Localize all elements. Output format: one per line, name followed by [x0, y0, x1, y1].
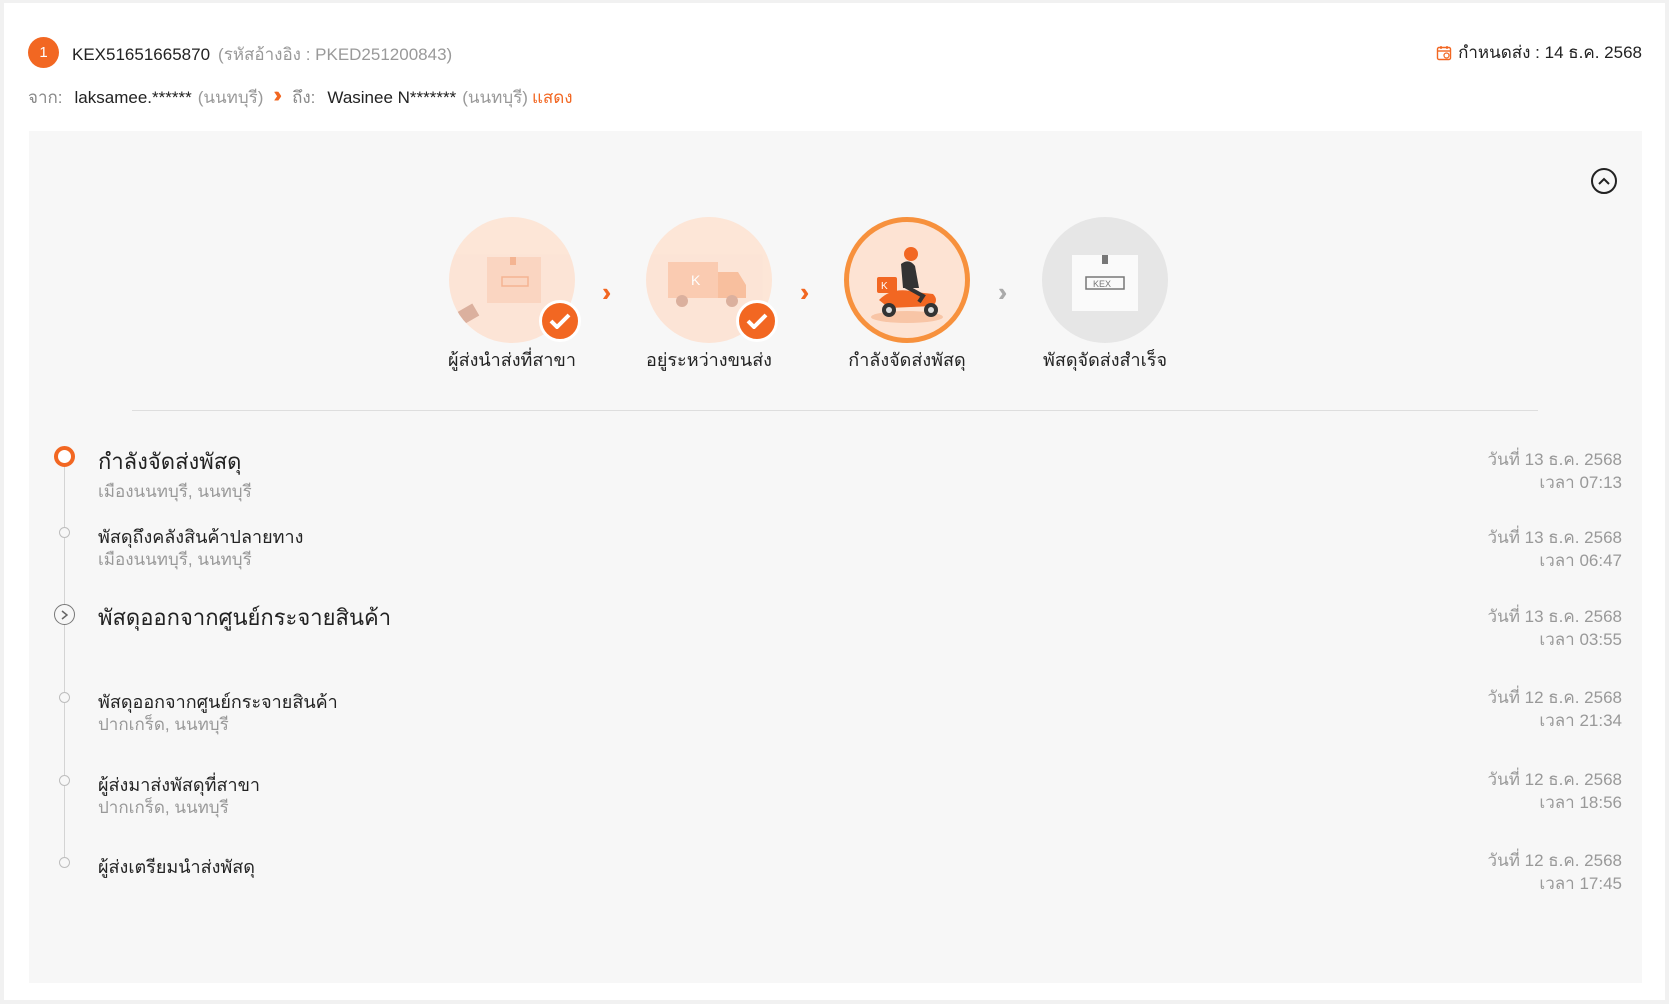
event-date: วันที่ 12 ธ.ค. 2568: [1487, 688, 1622, 707]
event-datetime: วันที่ 12 ธ.ค. 2568 เวลา 17:45: [1488, 849, 1622, 895]
due-date: กำหนดส่ง : 14 ธ.ค. 2568: [1436, 39, 1642, 66]
event-datetime: วันที่ 12 ธ.ค. 2568 เวลา 21:34: [1488, 686, 1622, 732]
current-status-dot: [54, 446, 75, 467]
tracking-number-text: KEX51651665870: [72, 45, 211, 64]
from-label: จาก:: [28, 88, 63, 107]
event-datetime: วันที่ 13 ธ.ค. 2568 เวลา 06:47: [1488, 526, 1622, 572]
receiver-city: (นนทบุรี): [462, 88, 528, 107]
chevron-up-icon: [1598, 177, 1610, 185]
collapse-button[interactable]: [1591, 168, 1617, 194]
step-in-transit: K อยู่ระหว่างขนส่ง: [646, 217, 778, 370]
timeline-dot: [59, 857, 70, 868]
due-date-text: กำหนดส่ง : 14 ธ.ค. 2568: [1458, 43, 1642, 62]
event-location: ปากเกร็ด, นนทบุรี: [98, 798, 229, 817]
event-datetime: วันที่ 13 ธ.ค. 2568 เวลา 03:55: [1488, 605, 1622, 651]
event-time: เวลา 03:55: [1539, 630, 1622, 649]
sender-name: laksamee.******: [74, 87, 192, 107]
divider: [132, 410, 1538, 411]
scooter-courier-icon: K: [844, 217, 970, 343]
svg-text:K: K: [691, 272, 701, 288]
event-time: เวลา 07:13: [1539, 473, 1622, 492]
svg-text:KEX: KEX: [1093, 279, 1111, 289]
event-location: เมืองนนทบุรี, นนทบุรี: [98, 550, 252, 569]
shipment-index-badge: 1: [28, 37, 59, 68]
event-date: วันที่ 13 ธ.ค. 2568: [1487, 528, 1622, 547]
event-title: ผู้ส่งเตรียมนำส่งพัสดุ: [98, 857, 255, 877]
step-arrow-icon: ››: [998, 277, 1010, 307]
route-info: จาก: laksamee.****** (นนทบุรี) ›› ถึง: W…: [28, 81, 573, 111]
step-label: พัสดุจัดส่งสำเร็จ: [1042, 350, 1167, 370]
event-time: เวลา 17:45: [1539, 874, 1622, 893]
route-arrow-icon: ››: [273, 81, 281, 107]
step-arrow-icon: ››: [800, 277, 812, 307]
event-datetime: วันที่ 12 ธ.ค. 2568 เวลา 18:56: [1488, 768, 1622, 814]
event-location: เมืองนนทบุรี, นนทบุรี: [98, 482, 252, 501]
event-time: เวลา 18:56: [1539, 793, 1622, 812]
timeline-dot: [59, 775, 70, 786]
step-delivering: K กำลังจัดส่งพัสดุ: [844, 217, 970, 370]
step-dropoff: ผู้ส่งนำส่งที่สาขา: [448, 217, 581, 370]
event-date: วันที่ 12 ธ.ค. 2568: [1487, 851, 1622, 870]
calendar-icon: [1436, 45, 1452, 60]
show-receiver-link[interactable]: แสดง: [532, 84, 573, 111]
timeline-dot: [59, 527, 70, 538]
step-label: อยู่ระหว่างขนส่ง: [646, 350, 772, 370]
event-date: วันที่ 13 ธ.ค. 2568: [1487, 607, 1622, 626]
event-date: วันที่ 12 ธ.ค. 2568: [1487, 770, 1622, 789]
tracking-number: KEX51651665870 (รหัสอ้างอิง : PKED2512008…: [72, 41, 452, 68]
chevron-right-icon: [61, 609, 68, 620]
event-time: เวลา 06:47: [1539, 551, 1622, 570]
check-icon: [539, 300, 581, 342]
step-delivered: KEX พัสดุจัดส่งสำเร็จ: [1042, 217, 1168, 370]
event-title: กำลังจัดส่งพัสดุ: [98, 449, 242, 474]
event-datetime: วันที่ 13 ธ.ค. 2568 เวลา 07:13: [1488, 448, 1622, 494]
event-date: วันที่ 13 ธ.ค. 2568: [1487, 450, 1622, 469]
event-location: ปากเกร็ด, นนทบุรี: [98, 715, 229, 734]
tracking-panel: [29, 131, 1642, 983]
event-title: พัสดุออกจากศูนย์กระจายสินค้า: [98, 605, 392, 630]
step-arrow-icon: ››: [602, 277, 614, 307]
step-label: ผู้ส่งนำส่งที่สาขา: [448, 350, 576, 370]
check-icon: [736, 300, 778, 342]
to-label: ถึง:: [292, 88, 316, 107]
timeline-dot: [59, 692, 70, 703]
step-label: กำลังจัดส่งพัสดุ: [848, 350, 966, 370]
reference-code: (รหัสอ้างอิง : PKED251200843): [218, 45, 453, 64]
sender-city: (นนทบุรี): [197, 88, 264, 107]
delivered-box-icon: KEX: [1042, 217, 1168, 343]
event-time: เวลา 21:34: [1539, 711, 1622, 730]
expand-event-button[interactable]: [54, 604, 75, 625]
receiver-name: Wasinee N*******: [327, 87, 457, 107]
timeline-line: [64, 462, 65, 862]
svg-text:K: K: [881, 281, 888, 292]
